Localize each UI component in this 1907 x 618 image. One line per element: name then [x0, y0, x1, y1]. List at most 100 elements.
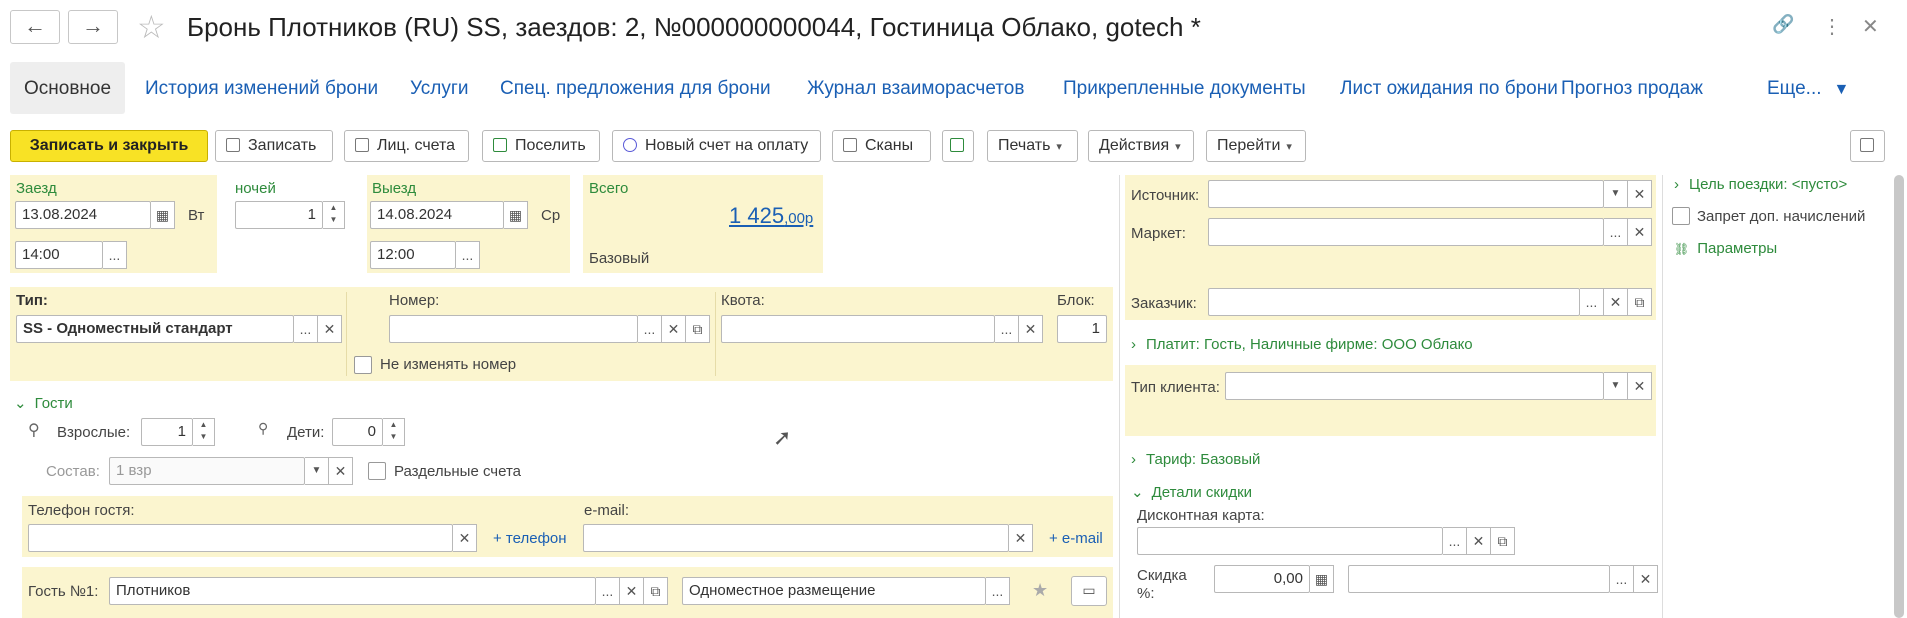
open-icon[interactable]: ⧉ [644, 577, 668, 605]
actions-button[interactable]: Действия [1088, 130, 1194, 162]
payer-section-toggle[interactable]: › Платит: Гость, Наличные фирме: ООО Обла… [1131, 336, 1473, 353]
email-field[interactable] [583, 524, 1009, 552]
guest-card-button[interactable]: ▭ [1071, 576, 1107, 606]
clear-icon[interactable]: ✕ [1467, 527, 1491, 555]
calendar-button[interactable] [1850, 130, 1885, 162]
open-icon[interactable]: ⧉ [1628, 288, 1652, 316]
back-button[interactable]: ← [10, 10, 60, 44]
trip-purpose-toggle[interactable]: › Цель поездки: <пусто> [1674, 176, 1847, 193]
calendar-icon[interactable]: ▦ [504, 201, 528, 229]
link-icon[interactable]: 🔗 [1772, 14, 1794, 35]
checkout-date-field[interactable]: 14.08.2024 [370, 201, 504, 229]
tab-main[interactable]: Основное [10, 62, 126, 114]
open-icon[interactable]: ⧉ [1491, 527, 1515, 555]
guest1-name-field[interactable]: Плотников [109, 577, 596, 605]
settle-button[interactable]: Поселить [482, 130, 600, 162]
clear-icon[interactable]: ✕ [329, 457, 353, 485]
forward-button[interactable]: → [68, 10, 118, 44]
room-type-field[interactable]: SS - Одноместный стандарт [16, 315, 294, 343]
total-amount-link[interactable]: 1 425,00р [729, 203, 813, 229]
nights-stepper[interactable]: ▲ ▼ [323, 201, 345, 229]
guests-section-toggle[interactable]: ⌄ Гости [14, 394, 73, 412]
ellipsis-icon[interactable]: ... [1604, 218, 1628, 246]
ellipsis-icon[interactable]: ... [456, 241, 480, 269]
client-type-field[interactable] [1225, 372, 1604, 400]
no-extra-charges-checkbox[interactable] [1672, 207, 1690, 225]
block-field[interactable]: 1 [1057, 315, 1107, 343]
adults-stepper[interactable]: ▲ ▼ [193, 418, 215, 446]
clear-icon[interactable]: ✕ [1628, 218, 1652, 246]
add-email-link[interactable]: + e-mail [1049, 530, 1103, 547]
guest1-accommodation-field[interactable]: Одноместное размещение [682, 577, 986, 605]
separate-accounts-checkbox[interactable] [368, 462, 386, 480]
ellipsis-icon[interactable]: ... [1610, 565, 1634, 593]
ellipsis-icon[interactable]: ... [1580, 288, 1604, 316]
print-button[interactable]: Печать [987, 130, 1078, 162]
guest-phone-field[interactable] [28, 524, 453, 552]
ellipsis-icon[interactable]: ... [294, 315, 318, 343]
attach-button[interactable] [942, 130, 974, 162]
save-close-button[interactable]: Записать и закрыть [10, 130, 208, 162]
tab-attached-documents[interactable]: Прикрепленные документы [1063, 62, 1306, 114]
customer-field[interactable] [1208, 288, 1580, 316]
adults-field[interactable]: 1 [141, 418, 193, 446]
vertical-scrollbar[interactable] [1894, 175, 1904, 618]
clear-icon[interactable]: ✕ [1634, 565, 1658, 593]
save-button[interactable]: Записать [215, 130, 333, 162]
open-icon[interactable]: ⧉ [686, 315, 710, 343]
dropdown-arrow-icon[interactable]: ▼ [305, 457, 329, 485]
clear-icon[interactable]: ✕ [620, 577, 644, 605]
market-field[interactable] [1208, 218, 1604, 246]
children-field[interactable]: 0 [332, 418, 383, 446]
dropdown-arrow-icon[interactable]: ▼ [1604, 180, 1628, 208]
children-stepper[interactable]: ▲ ▼ [383, 418, 405, 446]
star-icon[interactable]: ☆ [137, 8, 166, 46]
discount-reason-field[interactable] [1348, 565, 1610, 593]
ellipsis-icon[interactable]: ... [596, 577, 620, 605]
checkin-date-field[interactable]: 13.08.2024 [15, 201, 151, 229]
parameters-link[interactable]: ⛓ Параметры [1674, 240, 1777, 257]
tab-services[interactable]: Услуги [410, 62, 468, 114]
discount-card-field[interactable] [1137, 527, 1443, 555]
close-icon[interactable]: ✕ [1862, 14, 1879, 39]
tab-history[interactable]: История изменений брони [145, 62, 378, 114]
tariff-section-toggle[interactable]: › Тариф: Базовый [1131, 451, 1260, 468]
composition-field[interactable]: 1 взр [109, 457, 305, 485]
clear-icon[interactable]: ✕ [1604, 288, 1628, 316]
tab-sales-forecast[interactable]: Прогноз продаж [1561, 62, 1703, 114]
clear-icon[interactable]: ✕ [1628, 180, 1652, 208]
clear-icon[interactable]: ✕ [1628, 372, 1652, 400]
tab-settlements[interactable]: Журнал взаиморасчетов [807, 62, 1024, 114]
new-invoice-button[interactable]: Новый счет на оплату [612, 130, 821, 162]
calculator-icon[interactable]: ▦ [1310, 565, 1334, 593]
discount-value-field[interactable]: 0,00 [1214, 565, 1310, 593]
clear-icon[interactable]: ✕ [1019, 315, 1043, 343]
goto-button[interactable]: Перейти [1206, 130, 1306, 162]
accounts-button[interactable]: Лиц. счета [344, 130, 469, 162]
checkin-time-field[interactable]: 14:00 [15, 241, 103, 269]
checkout-time-field[interactable]: 12:00 [370, 241, 456, 269]
dont-change-room-checkbox[interactable] [354, 356, 372, 374]
tab-waiting-list[interactable]: Лист ожидания по брони [1340, 62, 1558, 114]
clear-icon[interactable]: ✕ [318, 315, 342, 343]
more-icon[interactable]: ⋮ [1822, 14, 1842, 39]
clear-icon[interactable]: ✕ [662, 315, 686, 343]
discount-details-toggle[interactable]: ⌄ Детали скидки [1131, 483, 1252, 501]
tab-special-offers[interactable]: Спец. предложения для брони [500, 62, 771, 114]
ellipsis-icon[interactable]: ... [986, 577, 1010, 605]
quota-field[interactable] [721, 315, 995, 343]
source-field[interactable] [1208, 180, 1604, 208]
room-number-field[interactable] [389, 315, 638, 343]
ellipsis-icon[interactable]: ... [995, 315, 1019, 343]
add-phone-link[interactable]: + телефон [493, 530, 567, 547]
ellipsis-icon[interactable]: ... [1443, 527, 1467, 555]
clear-icon[interactable]: ✕ [453, 524, 477, 552]
clear-icon[interactable]: ✕ [1009, 524, 1033, 552]
ellipsis-icon[interactable]: ... [638, 315, 662, 343]
calendar-icon[interactable]: ▦ [151, 201, 175, 229]
star-icon[interactable]: ★ [1032, 580, 1048, 601]
scans-button[interactable]: Сканы [832, 130, 931, 162]
dropdown-arrow-icon[interactable]: ▼ [1604, 372, 1628, 400]
ellipsis-icon[interactable]: ... [103, 241, 127, 269]
nights-field[interactable]: 1 [235, 201, 323, 229]
